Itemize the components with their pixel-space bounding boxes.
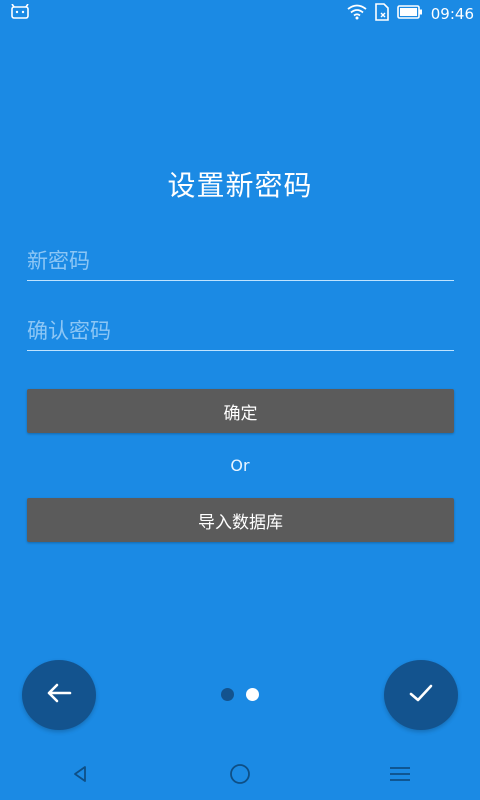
wifi-icon: [347, 4, 367, 24]
page-indicator: [221, 688, 259, 701]
page-dot-2-active: [246, 688, 259, 701]
import-database-button[interactable]: 导入数据库: [27, 498, 454, 542]
nav-back-button[interactable]: [50, 756, 110, 796]
sim-card-icon: [374, 3, 389, 25]
status-time: 09:46: [430, 5, 474, 23]
page-dot-1: [221, 688, 234, 701]
system-navigation-bar: [0, 752, 480, 800]
confirm-password-field: [27, 314, 454, 351]
nav-home-button[interactable]: [210, 756, 270, 796]
nav-menu-button[interactable]: [370, 756, 430, 796]
new-password-field: [27, 244, 454, 281]
or-separator: Or: [230, 456, 250, 475]
home-circle-icon: [229, 763, 251, 789]
arrow-left-icon: [46, 682, 72, 708]
confirm-button[interactable]: 确定: [27, 389, 454, 433]
confirm-password-input[interactable]: [27, 314, 454, 348]
android-notification-icon: [10, 3, 30, 24]
status-bar: 09:46: [0, 0, 480, 28]
menu-lines-icon: [389, 765, 411, 787]
check-icon: [408, 682, 434, 708]
new-password-input[interactable]: [27, 244, 454, 278]
back-triangle-icon: [71, 765, 89, 787]
battery-icon: [396, 5, 423, 23]
done-fab[interactable]: [384, 660, 458, 730]
back-fab[interactable]: [22, 660, 96, 730]
page-title: 设置新密码: [167, 169, 313, 202]
